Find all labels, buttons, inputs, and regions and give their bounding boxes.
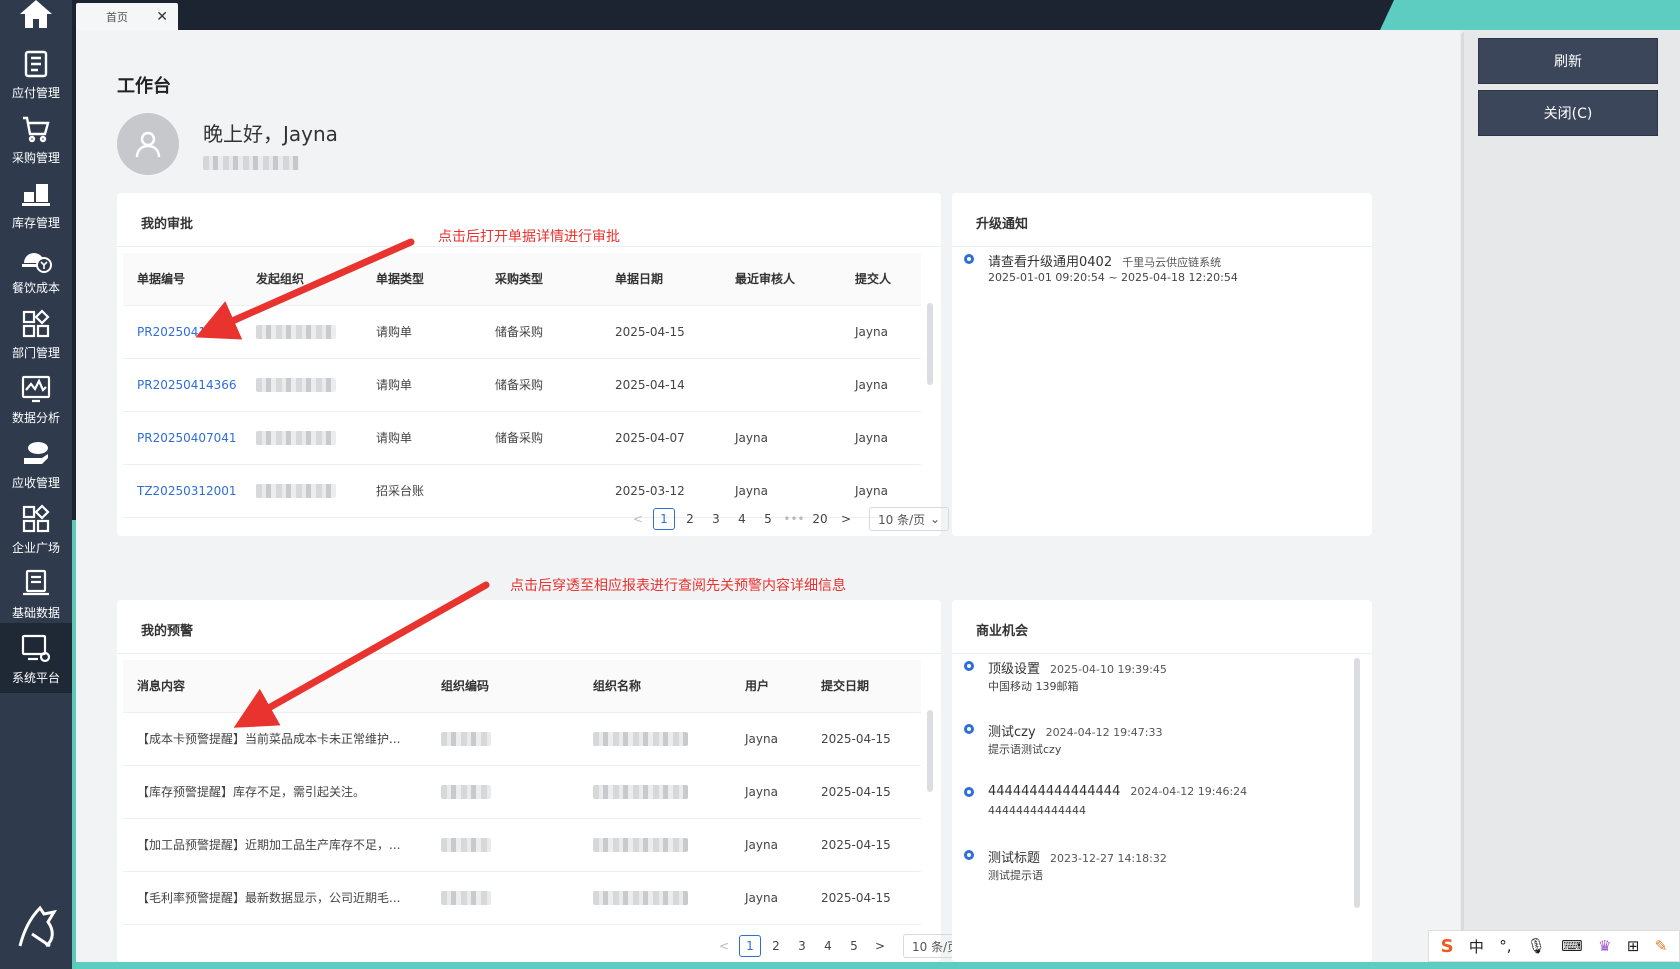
sidebar-item-analytics[interactable]: 数据分析 — [0, 363, 72, 433]
close-button[interactable]: 关闭(C) — [1478, 90, 1658, 136]
sogou-logo-icon[interactable]: S — [1441, 936, 1454, 957]
sidebar-item-system-platform[interactable]: 系统平台 — [0, 623, 72, 693]
tab-home[interactable]: 首页 ✕ — [76, 3, 178, 30]
brand-logo-icon — [10, 900, 62, 952]
tab-label: 首页 — [106, 10, 128, 24]
ime-toolbar: S 中 °, 🎙 ⌨ ♛ ⊞ ✎ — [1428, 930, 1680, 962]
sidebar-item-enterprise[interactable]: 企业广场 — [0, 493, 72, 563]
sidebar-item-label: 采购管理 — [11, 150, 60, 165]
sidebar-item-label: 数据分析 — [11, 410, 60, 425]
catering-cost-icon — [18, 241, 54, 277]
department-icon — [18, 306, 54, 342]
sidebar-item-label: 应付管理 — [11, 85, 60, 100]
bottom-accent-strip — [76, 962, 1680, 969]
grid-menu-icon[interactable]: ⊞ — [1627, 937, 1640, 955]
enterprise-icon — [18, 501, 54, 537]
ime-punct-toggle[interactable]: °, — [1499, 937, 1511, 955]
sidebar-item-label: 餐饮成本 — [11, 280, 60, 295]
payable-icon — [18, 46, 54, 82]
approval-arrow — [195, 238, 415, 340]
sidebar-item-department[interactable]: 部门管理 — [0, 298, 72, 368]
home-icon[interactable] — [14, 0, 58, 30]
system-platform-icon — [18, 631, 54, 667]
tools-icon[interactable]: ✎ — [1655, 937, 1668, 955]
keyboard-icon[interactable]: ⌨ — [1561, 937, 1583, 955]
topbar-accent — [1380, 0, 1680, 30]
sidebar-item-label: 库存管理 — [11, 215, 60, 230]
tab-bar — [76, 0, 1680, 30]
warning-arrow — [233, 581, 490, 728]
microphone-icon[interactable]: 🎙 — [1527, 937, 1546, 955]
sidebar-item-basic-data[interactable]: 基础数据 — [0, 558, 72, 628]
main-content: 工作台 晚上好，Jayna 我的审批 单据编号 发起组织 单据类型 采购类型 单… — [76, 30, 1464, 962]
warehouse-icon — [18, 176, 54, 212]
sidebar-item-catering-cost[interactable]: 餐饮成本 — [0, 233, 72, 303]
close-icon[interactable]: ✕ — [156, 9, 168, 25]
sidebar-item-label: 部门管理 — [11, 345, 60, 360]
receivable-icon — [18, 436, 54, 472]
analytics-icon — [18, 371, 54, 407]
cart-icon — [18, 111, 54, 147]
sidebar-item-payable[interactable]: 应付管理 — [0, 38, 72, 108]
sidebar-item-purchase[interactable]: 采购管理 — [0, 103, 72, 173]
sidebar-item-inventory[interactable]: 库存管理 — [0, 168, 72, 238]
sidebar: 应付管理 采购管理 库存管理 餐饮成本 部门管理 数据分析 应收管理 企业广场 … — [0, 0, 72, 969]
sidebar-item-label: 系统平台 — [11, 670, 60, 685]
sidebar-item-label: 应收管理 — [11, 475, 60, 490]
basic-data-icon — [18, 566, 54, 602]
sidebar-item-receivable[interactable]: 应收管理 — [0, 428, 72, 498]
right-panel: 刷新 关闭(C) — [1464, 30, 1680, 962]
annotation-arrows — [195, 238, 490, 728]
refresh-button[interactable]: 刷新 — [1478, 38, 1658, 84]
sidebar-item-label: 基础数据 — [11, 605, 60, 620]
ime-lang-toggle[interactable]: 中 — [1469, 936, 1484, 957]
sidebar-item-label: 企业广场 — [11, 540, 60, 555]
skin-icon[interactable]: ♛ — [1598, 937, 1611, 955]
